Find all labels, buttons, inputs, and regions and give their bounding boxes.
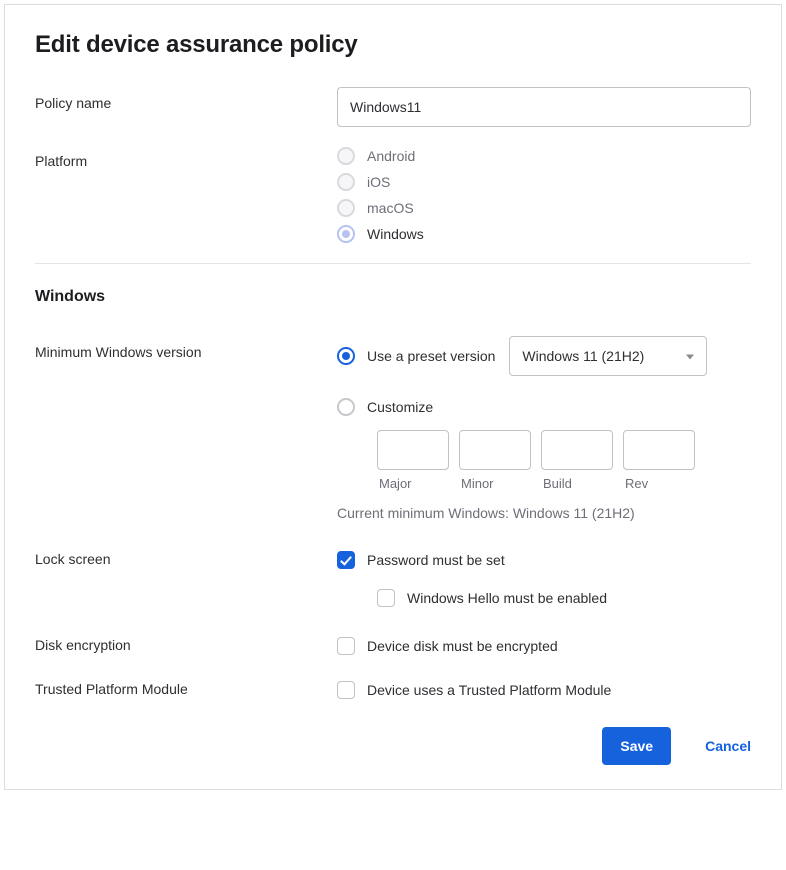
divider [35,263,751,264]
page-title: Edit device assurance policy [35,31,751,59]
platform-option-windows[interactable]: Windows [337,225,751,243]
save-button[interactable]: Save [602,727,671,765]
platform-option-macos[interactable]: macOS [337,199,751,217]
radio-icon [337,398,355,416]
select-value: Windows 11 (21H2) [522,348,644,364]
section-title: Windows [35,288,751,306]
current-minimum-text: Current minimum Windows: Windows 11 (21H… [337,505,751,521]
radio-icon [337,173,355,191]
policy-name-label: Policy name [35,87,337,111]
policy-panel: Edit device assurance policy Policy name… [4,4,782,790]
policy-name-input[interactable] [337,87,751,127]
version-preset-select[interactable]: Windows 11 (21H2) [509,336,707,376]
version-major-input[interactable] [377,430,449,470]
checkbox-icon [337,681,355,699]
platform-option-android[interactable]: Android [337,147,751,165]
version-rev-input[interactable] [623,430,695,470]
version-build-input[interactable] [541,430,613,470]
radio-icon [337,199,355,217]
windows-hello-checkbox[interactable]: Windows Hello must be enabled [377,589,751,607]
version-minor-input[interactable] [459,430,531,470]
disk-encryption-checkbox[interactable]: Device disk must be encrypted [337,637,751,655]
cancel-button[interactable]: Cancel [705,738,751,754]
tpm-checkbox[interactable]: Device uses a Trusted Platform Module [337,681,751,699]
checkbox-icon [337,637,355,655]
platform-option-ios[interactable]: iOS [337,173,751,191]
version-preset-option[interactable]: Use a preset version [337,347,495,365]
lock-screen-label: Lock screen [35,551,337,567]
platform-label: Platform [35,145,337,169]
radio-icon [337,147,355,165]
tpm-label: Trusted Platform Module [35,681,337,697]
radio-icon [337,225,355,243]
checkbox-icon [377,589,395,607]
version-customize-option[interactable]: Customize [337,398,751,416]
checkbox-icon [337,551,355,569]
disk-encryption-label: Disk encryption [35,637,337,653]
radio-icon [337,347,355,365]
min-version-label: Minimum Windows version [35,336,337,360]
password-must-be-set-checkbox[interactable]: Password must be set [337,551,751,569]
